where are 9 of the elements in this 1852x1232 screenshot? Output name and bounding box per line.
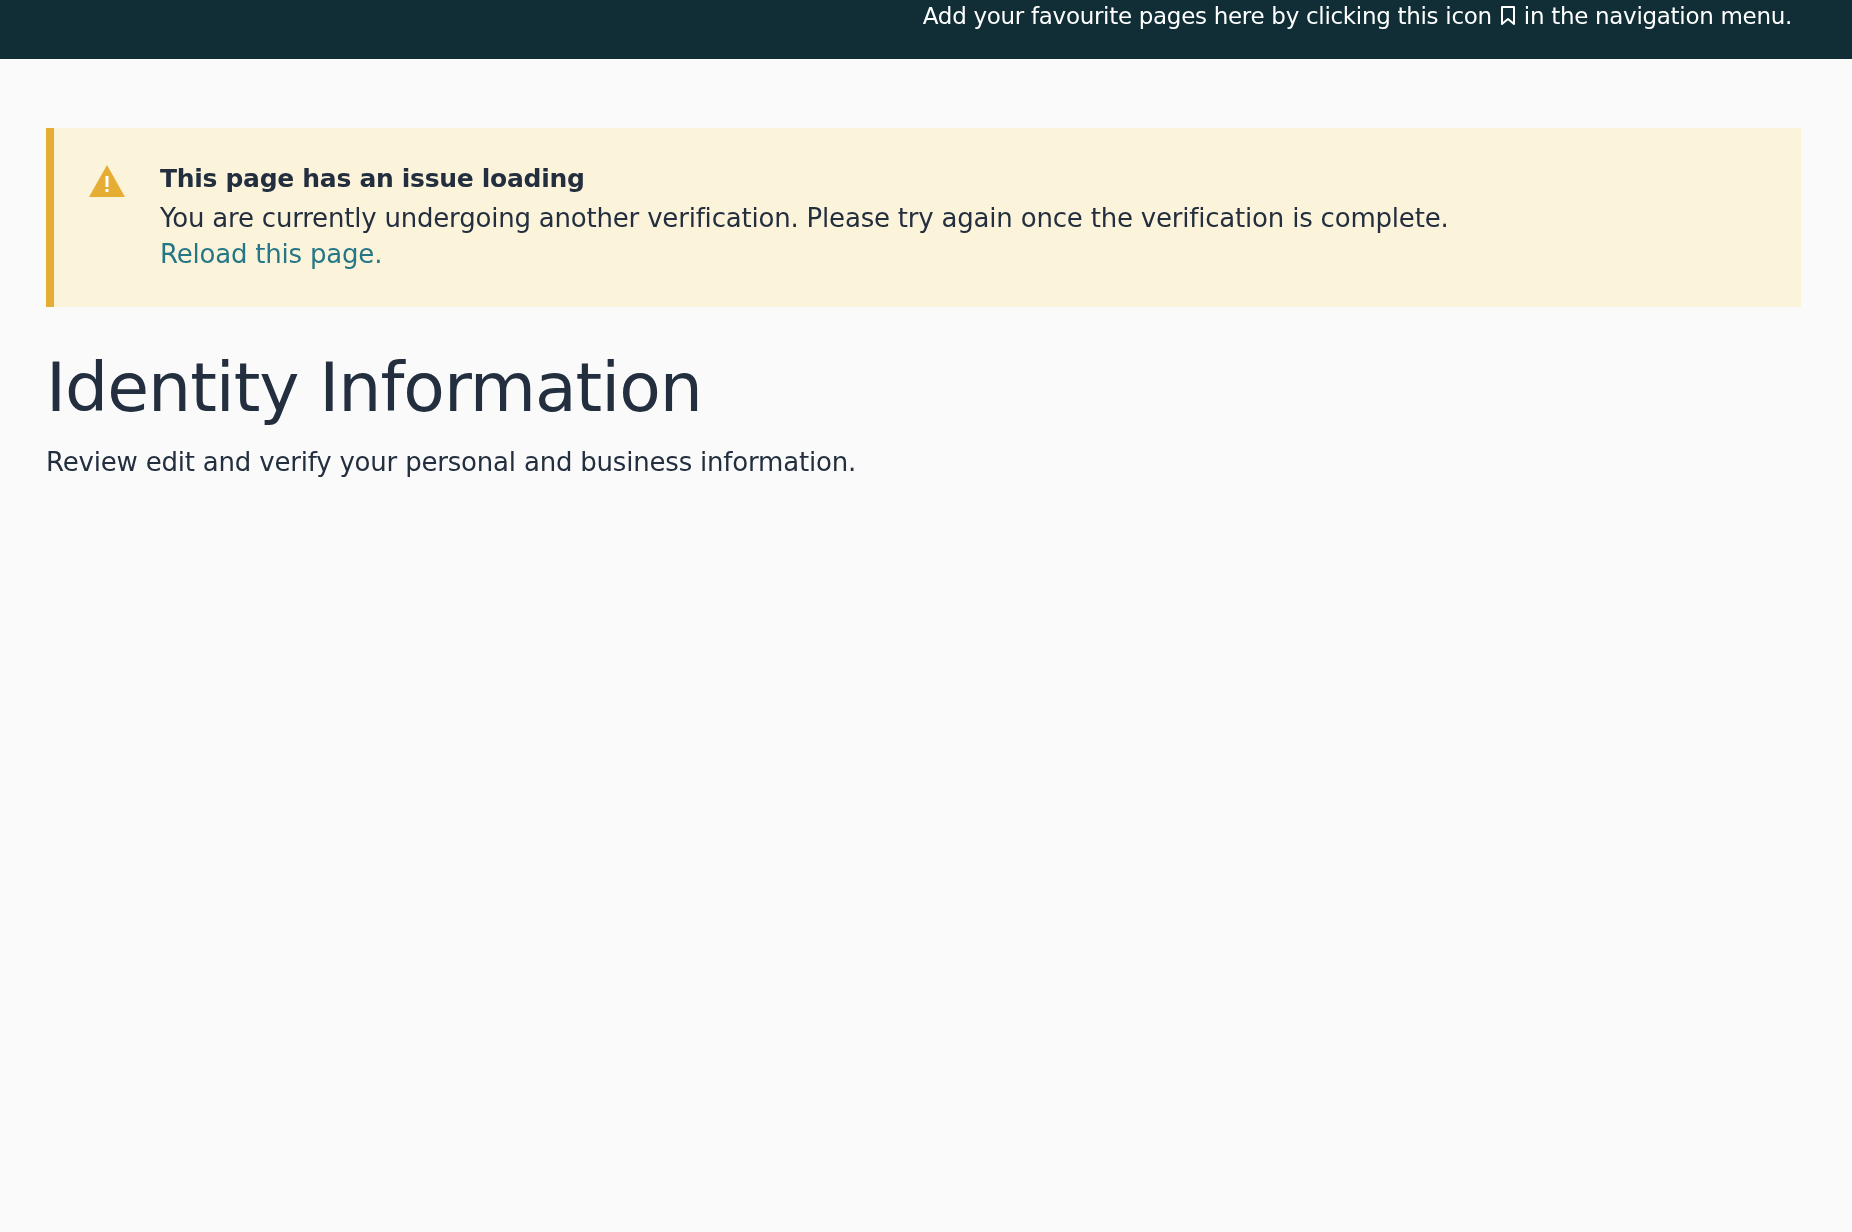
alert-message: You are currently undergoing another verification. Please try again once the verification is complete. — [160, 202, 1449, 235]
bar-hint-text: in the navigation menu. — [1523, 3, 1792, 29]
page-subtitle: Review edit and verify your personal and business information. — [46, 447, 857, 477]
warning-icon — [88, 164, 126, 198]
alert-title: This page has an issue loading — [160, 164, 586, 193]
page-title: Identity Information — [46, 347, 703, 429]
bar-hint-text: Add your favourite pages here by clicking this icon — [922, 3, 1492, 29]
reload-link[interactable]: Reload this page. — [160, 239, 383, 269]
bookmark-icon — [1499, 6, 1516, 26]
